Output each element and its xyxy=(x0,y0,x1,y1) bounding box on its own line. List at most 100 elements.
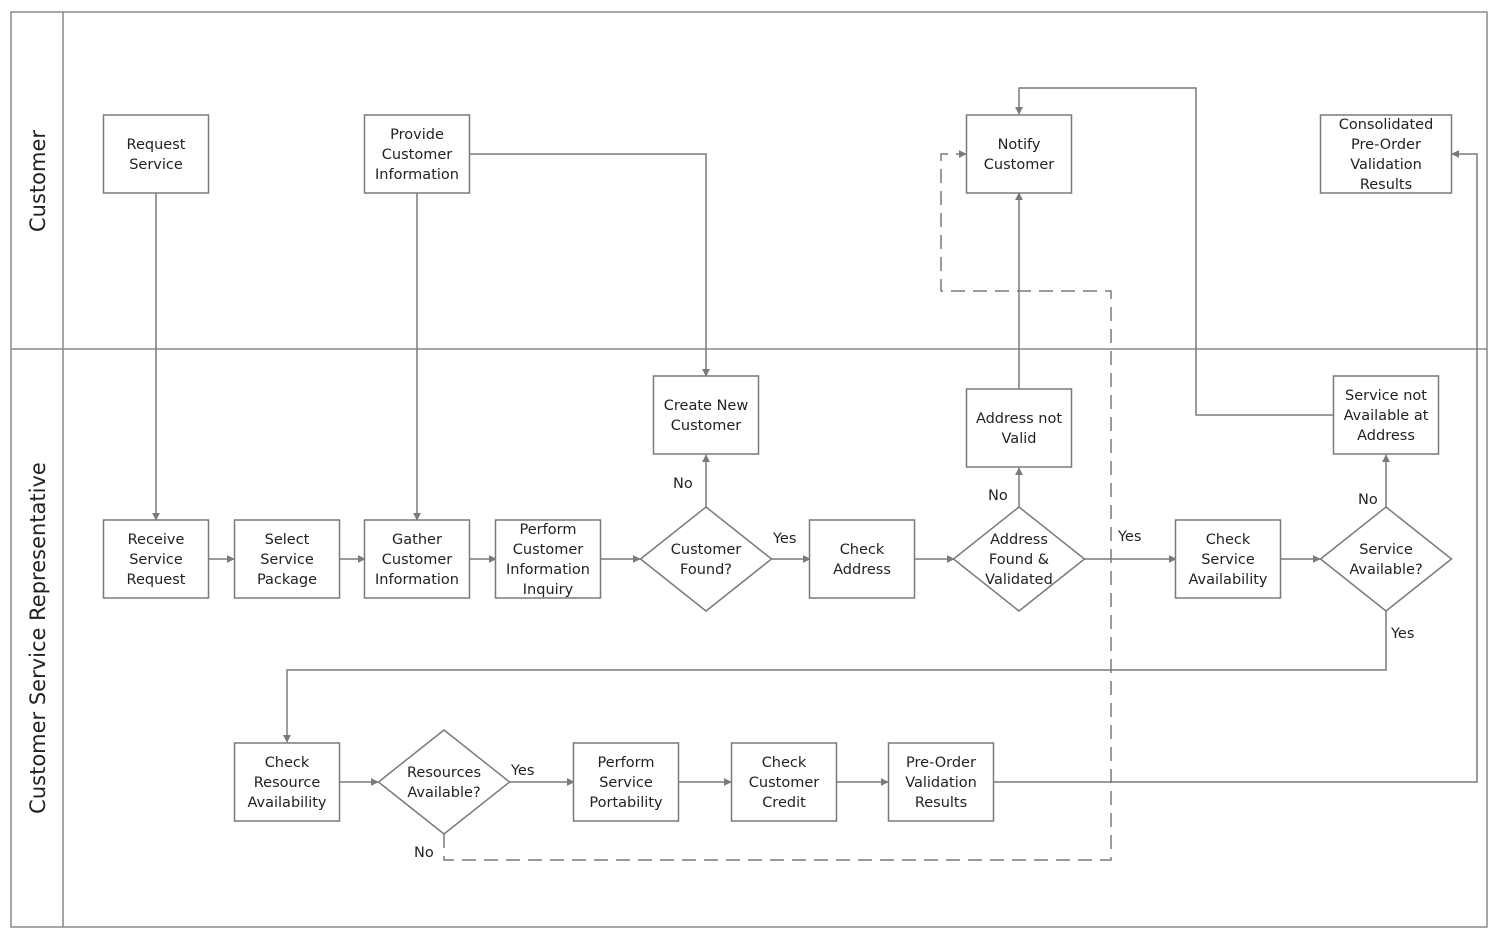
node-check-address[interactable]: Check Address xyxy=(808,519,916,599)
node-receive-request[interactable]: Receive Service Request xyxy=(102,519,210,599)
node-label-line: Results xyxy=(1360,177,1412,193)
node-provide-info[interactable]: Provide Customer Information xyxy=(363,114,471,194)
node-label-line: Check xyxy=(265,755,310,771)
node-label-line: Service xyxy=(1359,542,1413,558)
node-label-line: Information xyxy=(506,562,590,578)
node-label-line: Service xyxy=(1201,552,1255,568)
node-customer-found[interactable]: Customer Found? xyxy=(639,506,773,612)
label-yes-resources-available: Yes xyxy=(510,763,534,779)
label-no-customer-found: No xyxy=(673,476,693,492)
node-label-line: Service xyxy=(129,552,183,568)
edge-preorder-to-consolidated xyxy=(993,150,1478,783)
node-notify-customer[interactable]: Notify Customer xyxy=(965,114,1073,194)
label-no-address-validated: No xyxy=(988,488,1008,504)
node-label-line: Customer xyxy=(513,542,583,558)
node-label-line: Validation xyxy=(905,775,977,791)
decision-diamond[interactable] xyxy=(377,729,511,835)
node-service-available[interactable]: Service Available? xyxy=(1319,506,1453,612)
node-label-line: Customer xyxy=(671,418,741,434)
node-consolidated[interactable]: Consolidated Pre-Order Validation Results xyxy=(1319,114,1453,194)
node-label-line: Available? xyxy=(407,785,480,801)
node-label-line: Address xyxy=(833,562,891,578)
decision-diamond[interactable] xyxy=(1319,506,1453,612)
node-label-line: Receive xyxy=(128,532,185,548)
node-label-line: Available? xyxy=(1349,562,1422,578)
node-label-line: Create New xyxy=(664,398,749,414)
node-label-line: Customer xyxy=(749,775,819,791)
node-label-line: Service not xyxy=(1345,388,1427,404)
node-label-line: Pre-Order xyxy=(1351,137,1421,153)
node-create-customer[interactable]: Create New Customer xyxy=(652,375,760,455)
node-label-line: Request xyxy=(127,572,186,588)
node-label-line: Inquiry xyxy=(523,582,574,598)
node-label-line: Request xyxy=(127,137,186,153)
node-label-line: Address not xyxy=(976,411,1062,427)
node-check-resource[interactable]: Check Resource Availability xyxy=(233,742,341,822)
lane-label-csr: Customer Service Representative xyxy=(26,462,50,814)
node-label-line: Customer xyxy=(671,542,741,558)
swimlane-diagram: Customer Customer Service Representative… xyxy=(10,11,1488,928)
node-perform-portability[interactable]: Perform Service Portability xyxy=(572,742,680,822)
node-label-line: Notify xyxy=(998,137,1041,153)
node-label-line: Found? xyxy=(680,562,732,578)
node-label-line: Customer xyxy=(382,147,452,163)
node-label-line: Check xyxy=(840,542,885,558)
node-label-line: Resources xyxy=(407,765,481,781)
node-label-line: Service xyxy=(129,157,183,173)
node-label-line: Portability xyxy=(589,795,663,811)
node-label-line: Address xyxy=(990,532,1048,548)
node-label-line: Address xyxy=(1357,428,1415,444)
node-label-line: Information xyxy=(375,572,459,588)
node-label-line: Availability xyxy=(1188,572,1267,588)
label-yes-customer-found: Yes xyxy=(772,531,796,547)
node-label-line: Provide xyxy=(390,127,444,143)
node-label-line: Credit xyxy=(762,795,806,811)
node-label-line: Gather xyxy=(392,532,442,548)
label-yes-service-available: Yes xyxy=(1390,626,1414,642)
node-label-line: Validated xyxy=(985,572,1053,588)
node-label-line: Available at xyxy=(1344,408,1429,424)
edge-available-yes-resource xyxy=(283,611,1387,743)
node-label-line: Validation xyxy=(1350,157,1422,173)
node-label-line: Results xyxy=(915,795,967,811)
node-label-line: Information xyxy=(375,167,459,183)
node-label-line: Availability xyxy=(247,795,326,811)
nodes: Request Service Provide Customer Information… xyxy=(102,114,1453,835)
node-address-not-valid[interactable]: Address not Valid xyxy=(965,388,1073,468)
node-service-not-available[interactable]: Service not Available at Address xyxy=(1332,375,1440,455)
lane-label-customer: Customer xyxy=(26,130,50,232)
node-preorder-results[interactable]: Pre-Order Validation Results xyxy=(887,742,995,822)
label-no-resources-available: No xyxy=(414,845,434,861)
process-box[interactable] xyxy=(965,388,1073,468)
node-label-line: Select xyxy=(265,532,310,548)
node-label-line: Found & xyxy=(989,552,1049,568)
node-resources-available[interactable]: Resources Available? xyxy=(377,729,511,835)
node-label-line: Consolidated xyxy=(1339,117,1434,133)
process-box[interactable] xyxy=(965,114,1073,194)
node-select-package[interactable]: Select Service Package xyxy=(233,519,341,599)
node-label-line: Package xyxy=(257,572,317,588)
edge-provide-to-create xyxy=(470,153,710,377)
node-label-line: Pre-Order xyxy=(906,755,976,771)
node-check-credit[interactable]: Check Customer Credit xyxy=(730,742,838,822)
node-request-service[interactable]: Request Service xyxy=(102,114,210,194)
process-box[interactable] xyxy=(808,519,916,599)
process-box[interactable] xyxy=(102,114,210,194)
node-label-line: Resource xyxy=(254,775,321,791)
node-address-validated[interactable]: Address Found & Validated xyxy=(952,506,1086,612)
decision-diamond[interactable] xyxy=(639,506,773,612)
node-label-line: Check xyxy=(762,755,807,771)
node-gather-info[interactable]: Gather Customer Information xyxy=(363,519,471,599)
label-no-service-available: No xyxy=(1358,492,1378,508)
node-label-line: Valid xyxy=(1002,431,1037,447)
node-label-line: Service xyxy=(599,775,653,791)
process-box[interactable] xyxy=(652,375,760,455)
node-label-line: Customer xyxy=(984,157,1054,173)
node-label-line: Perform xyxy=(520,522,577,538)
node-perform-inquiry[interactable]: Perform Customer Information Inquiry xyxy=(494,519,602,599)
node-label-line: Customer xyxy=(382,552,452,568)
node-check-service[interactable]: Check Service Availability xyxy=(1174,519,1282,599)
node-label-line: Service xyxy=(260,552,314,568)
label-yes-address-validated: Yes xyxy=(1117,529,1141,545)
node-label-line: Check xyxy=(1206,532,1251,548)
